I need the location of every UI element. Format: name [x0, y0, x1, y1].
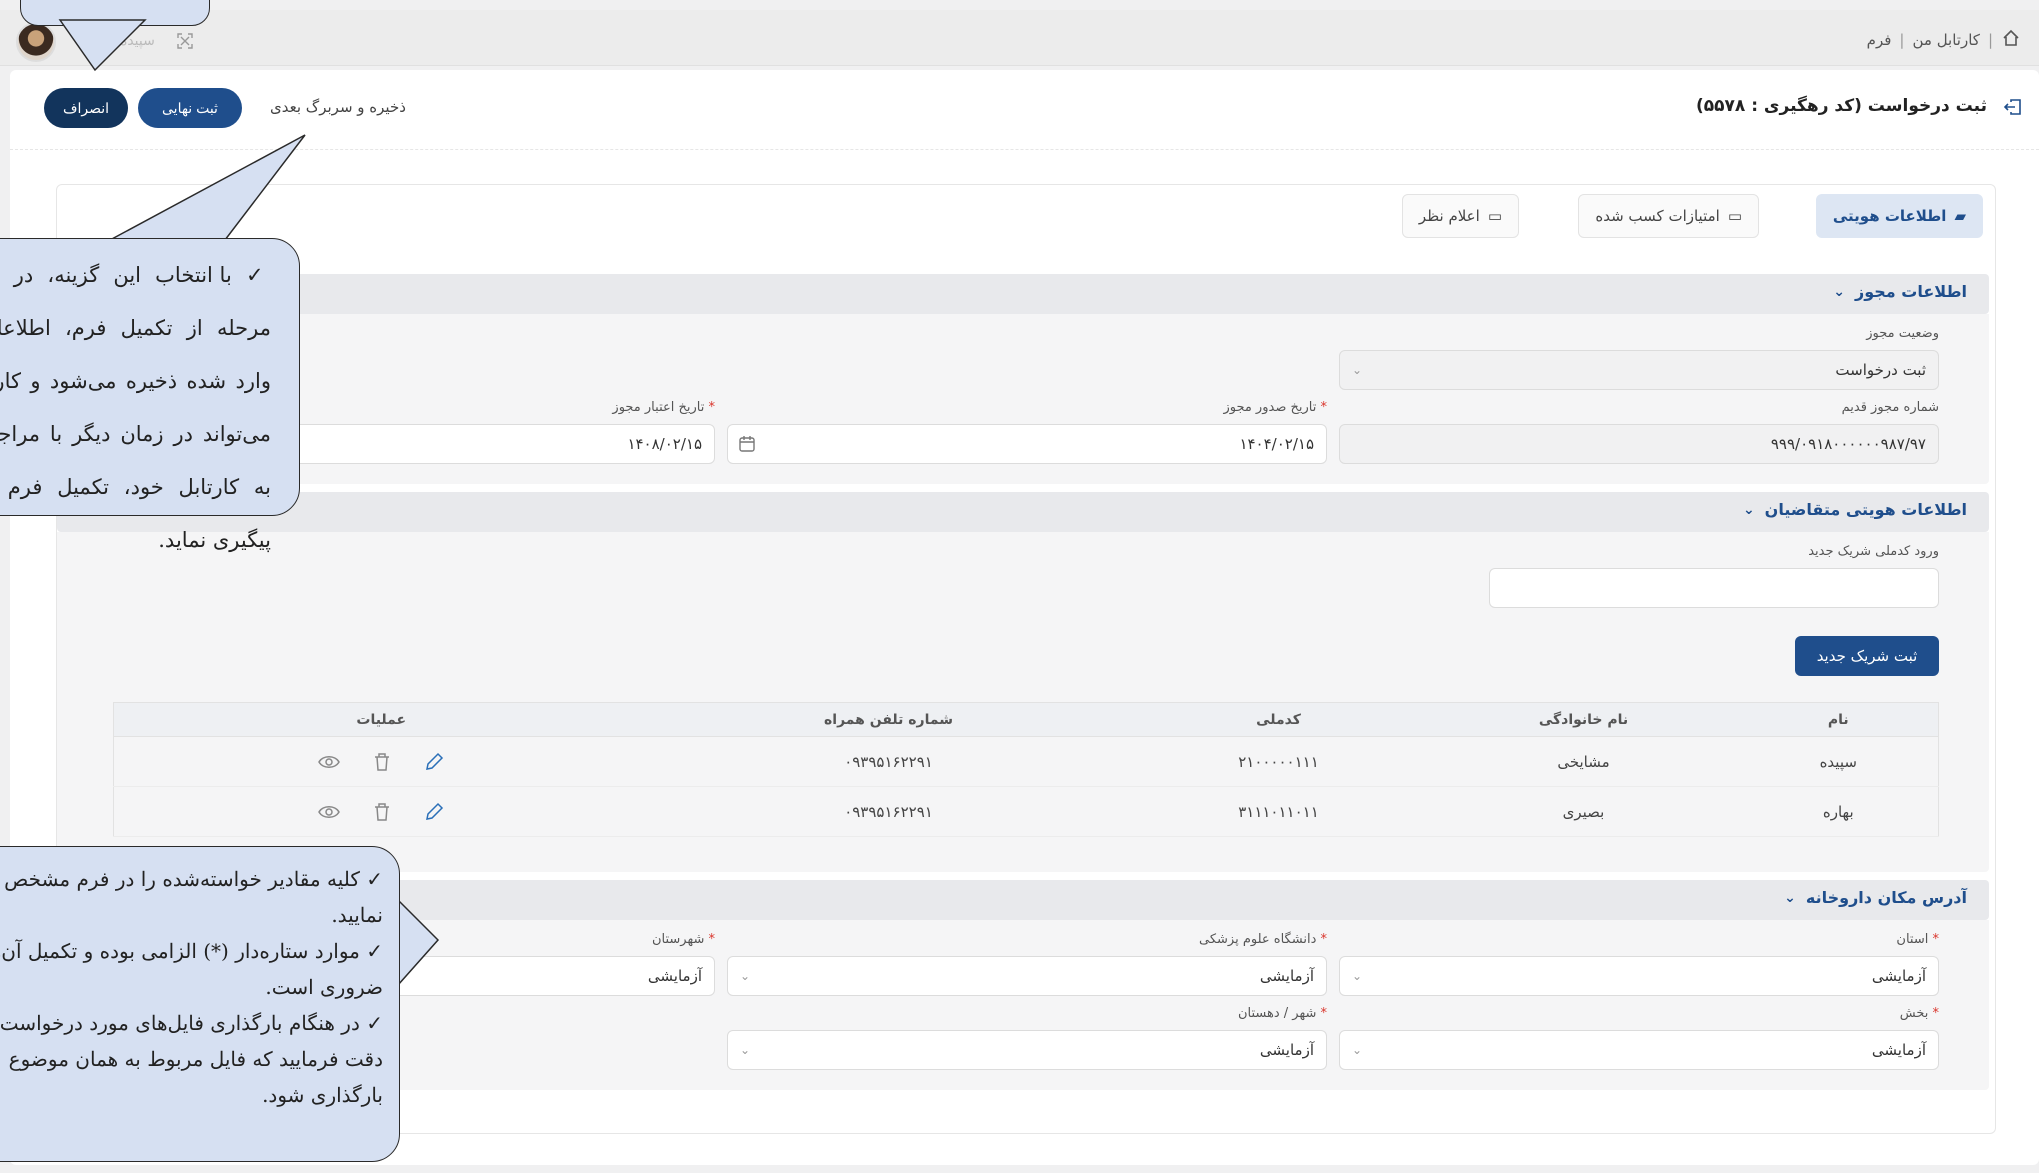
callout-save-next: با انتخاب این گزینه، در هر مرحله از تکمی… [0, 238, 300, 552]
callout-form-tips: کلیه مقادیر خواسته‌شده را در فرم مشخص نم… [0, 846, 400, 1162]
